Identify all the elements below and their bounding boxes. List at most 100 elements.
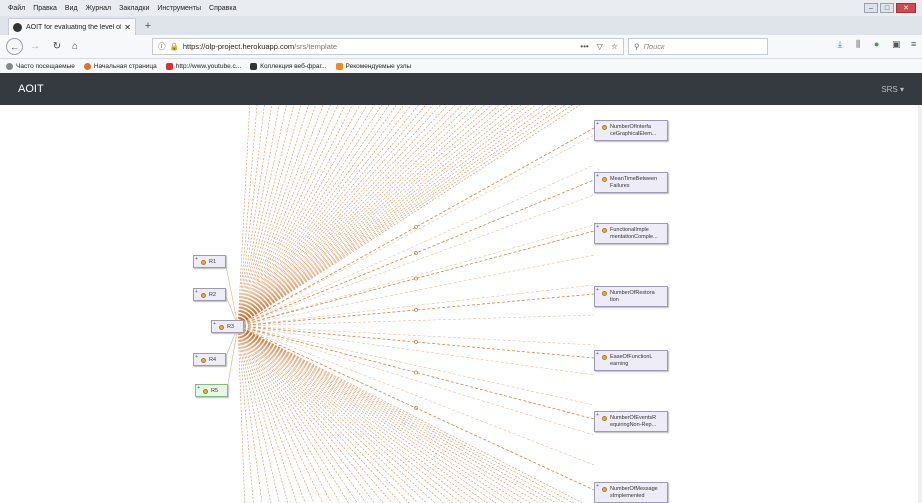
expand-icon[interactable]: + xyxy=(195,354,198,360)
pocket-icon[interactable]: ▽ xyxy=(597,42,603,51)
expand-icon[interactable]: + xyxy=(596,173,599,179)
graph-edge xyxy=(224,260,239,327)
expand-icon[interactable]: + xyxy=(596,483,599,489)
node-dot-icon xyxy=(602,125,607,130)
graph-node-r3[interactable]: + R3 xyxy=(211,320,244,333)
graph-edge xyxy=(237,105,317,327)
graph-node-metric[interactable]: + EaseOfFunctionL earning xyxy=(594,350,668,371)
hamburger-menu-icon[interactable]: ≡ xyxy=(911,39,916,49)
search-input[interactable]: ⚲ Поиск xyxy=(628,38,768,55)
new-tab-icon[interactable]: + xyxy=(141,19,155,33)
menu-help[interactable]: Справка xyxy=(209,5,236,12)
menu-view[interactable]: Вид xyxy=(65,5,78,12)
menu-history[interactable]: Журнал xyxy=(86,5,112,12)
close-tab-icon[interactable]: ✕ xyxy=(124,23,131,32)
page-actions-icon[interactable]: ••• xyxy=(580,42,588,51)
info-icon[interactable]: ⓘ xyxy=(158,41,166,52)
graph-node-r5[interactable]: + R5 xyxy=(195,384,228,397)
search-icon: ⚲ xyxy=(634,42,640,51)
bookmark-most-visited[interactable]: Часто посещаемые xyxy=(6,62,75,70)
graph-edge xyxy=(237,325,272,503)
graph-canvas[interactable]: + R1 + R2 + R3 + R4 + R5 + NumberOfInterfa ceGraphic… xyxy=(0,105,922,503)
menu-file[interactable]: Файл xyxy=(8,5,25,12)
node-dot-icon xyxy=(602,416,607,421)
expand-icon[interactable]: + xyxy=(596,224,599,230)
bookmark-label: Часто посещаемые xyxy=(16,62,75,70)
graph-edge xyxy=(237,105,258,327)
home-icon[interactable]: ⌂ xyxy=(68,38,82,55)
sidebar-icon[interactable]: ▣ xyxy=(892,39,901,50)
minimize-icon[interactable]: – xyxy=(864,3,878,13)
node-label: R1 xyxy=(209,259,217,265)
node-dot-icon xyxy=(602,177,607,182)
expand-icon[interactable]: + xyxy=(197,385,200,391)
graph-edge xyxy=(237,105,251,327)
graph-node-metric[interactable]: + NumberOfRestora tion xyxy=(594,286,668,307)
window-controls: – □ ✕ xyxy=(864,3,916,13)
graph-node-metric[interactable]: + NumberOfInterfa ceGraphicalElem... xyxy=(594,120,668,141)
downloads-icon[interactable]: ⤓ xyxy=(838,39,842,50)
srs-dropdown[interactable]: SRS ▾ xyxy=(881,85,904,94)
graph-node-metric[interactable]: + NumberOfEventsR equiringNon-Rep... xyxy=(594,411,668,432)
graph-edge xyxy=(237,164,595,327)
expand-icon[interactable]: + xyxy=(195,289,198,295)
expand-icon[interactable]: + xyxy=(596,412,599,418)
bookmark-label: Рекомендуемые узлы xyxy=(345,62,412,70)
expand-icon[interactable]: + xyxy=(195,256,198,262)
graph-edge xyxy=(237,105,368,327)
app-brand[interactable]: AOIT xyxy=(18,83,44,95)
expand-icon[interactable]: + xyxy=(213,321,216,327)
expand-icon[interactable]: + xyxy=(596,121,599,127)
expand-icon[interactable]: + xyxy=(596,351,599,357)
tab-title: AOIT for evaluating the level of xyxy=(26,23,122,31)
node-label: NumberOfInterfa ceGraphicalElem... xyxy=(610,124,657,137)
graph-node-r1[interactable]: + R1 xyxy=(193,255,226,268)
menu-tools[interactable]: Инструменты xyxy=(157,5,201,12)
node-label: R3 xyxy=(227,324,235,330)
bookmark-start-page[interactable]: Начальная страница xyxy=(83,62,157,70)
close-window-icon[interactable]: ✕ xyxy=(896,3,916,13)
graph-node-r4[interactable]: + R4 xyxy=(193,353,226,366)
bookmark-star-icon[interactable]: ☆ xyxy=(611,42,618,51)
library-icon[interactable]: ⫼ xyxy=(856,39,860,50)
graph-edge xyxy=(237,105,273,327)
node-label: NumberOfEventsR equiringNon-Rep... xyxy=(610,415,657,428)
graph-node-metric[interactable]: + MeanTimeBetween Failures xyxy=(594,172,668,193)
node-dot-icon xyxy=(201,260,206,265)
bookmark-webslices[interactable]: Коллекция веб-фраг... xyxy=(250,62,327,70)
graph-edge xyxy=(237,105,434,327)
firefox-icon xyxy=(83,62,91,70)
menu-bar: Файл Правка Вид Журнал Закладки Инструме… xyxy=(0,0,922,16)
reload-icon[interactable]: ↻ xyxy=(50,38,64,55)
graph-node-metric[interactable]: + NumberOfMessage sImplemented xyxy=(594,482,668,503)
maximize-icon[interactable]: □ xyxy=(880,3,894,13)
graph-edge xyxy=(237,325,254,503)
url-bar[interactable]: ⓘ 🔒 https://olp-project.herokuapp.com /s… xyxy=(152,38,624,55)
expand-icon[interactable]: + xyxy=(596,287,599,293)
graph-edge xyxy=(237,325,549,503)
browser-tab[interactable]: AOIT for evaluating the level of ✕ xyxy=(8,18,136,35)
bookmark-suggested[interactable]: Рекомендуемые узлы xyxy=(335,62,412,70)
graph-edge xyxy=(237,105,324,327)
extension-icon[interactable]: ● xyxy=(874,39,879,49)
graph-node-metric[interactable]: + FunctionalImple mentationComple... xyxy=(594,223,668,244)
graph-edge xyxy=(237,325,497,503)
graph-edge xyxy=(237,325,410,503)
graph-node-r2[interactable]: + R2 xyxy=(193,288,226,301)
back-icon[interactable]: ← xyxy=(6,38,23,55)
app-navbar: AOIT SRS ▾ xyxy=(0,73,922,105)
menu-edit[interactable]: Правка xyxy=(33,5,57,12)
menu-bookmarks[interactable]: Закладки xyxy=(119,5,149,12)
graph-edge xyxy=(237,293,595,327)
suggested-sites-icon xyxy=(335,62,343,70)
node-label: NumberOfRestora tion xyxy=(610,290,655,303)
forward-icon[interactable]: → xyxy=(28,38,42,55)
node-dot-icon xyxy=(602,355,607,360)
bookmark-youtube[interactable]: http://www.youtube.c... xyxy=(165,62,241,70)
node-dot-icon xyxy=(602,487,607,492)
node-label: R2 xyxy=(209,292,217,298)
graph-edge xyxy=(237,134,595,327)
tab-strip: AOIT for evaluating the level of ✕ + xyxy=(0,16,922,35)
graph-edge xyxy=(237,325,280,503)
page-scrollbar[interactable] xyxy=(918,105,922,503)
